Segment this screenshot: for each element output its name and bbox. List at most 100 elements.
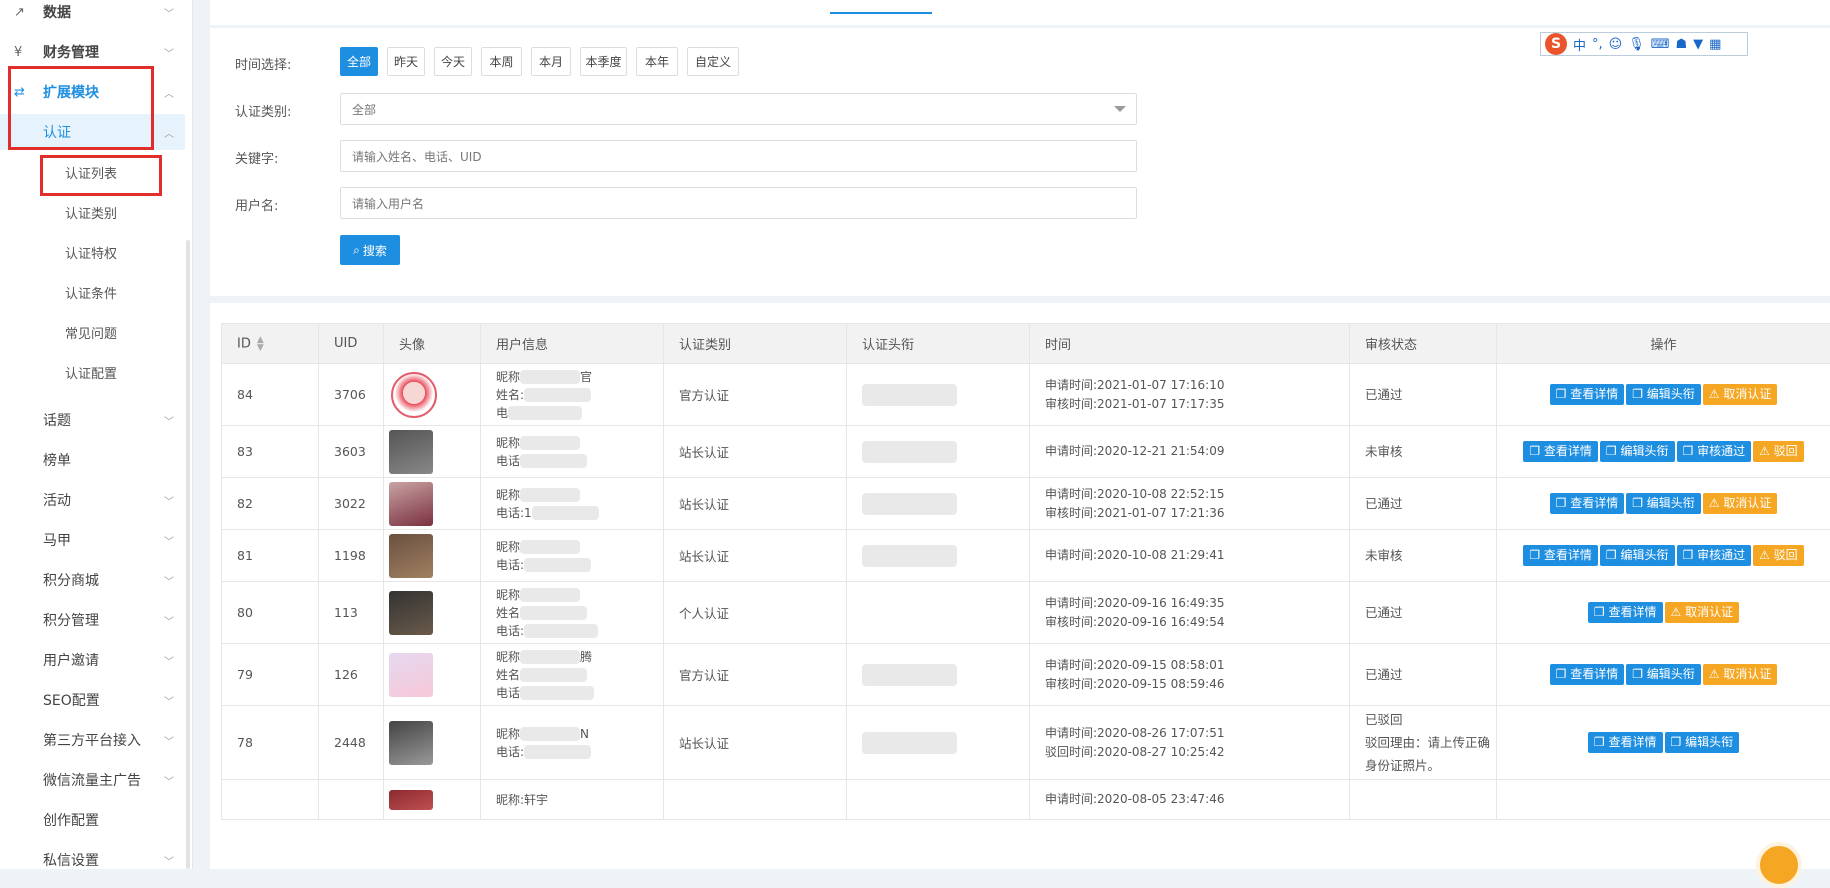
- sidebar-item-1[interactable]: ¥财务管理﹀: [0, 34, 185, 70]
- time-filter-button-2[interactable]: 今天: [434, 47, 472, 76]
- sidebar-item-10[interactable]: 话题﹀: [0, 402, 185, 438]
- sidebar-item-20[interactable]: 创作配置: [0, 802, 185, 838]
- op-button-0[interactable]: ❐ 查看详情: [1523, 545, 1598, 566]
- status-line: 已通过: [1365, 666, 1496, 684]
- op-button-0[interactable]: ❐ 查看详情: [1523, 441, 1598, 462]
- avatar[interactable]: [389, 653, 433, 697]
- username-input[interactable]: 请输入用户名: [340, 187, 1137, 219]
- op-button-1[interactable]: ❐ 编辑头衔: [1626, 664, 1701, 685]
- sidebar-item-19[interactable]: 微信流量主广告﹀: [0, 762, 185, 798]
- ime-toolbar[interactable]: S 中 °, ☺ 🎙 ⌨ ☗ ▼ ▦: [1540, 32, 1748, 56]
- time-filter-button-1[interactable]: 昨天: [387, 47, 425, 76]
- op-button-1[interactable]: ❐ 编辑头衔: [1626, 493, 1701, 514]
- op-button-2[interactable]: ⚠ 取消认证: [1703, 384, 1778, 405]
- sidebar-item-16[interactable]: 用户邀请﹀: [0, 642, 185, 678]
- avatar[interactable]: [389, 591, 433, 635]
- sidebar-item-14[interactable]: 积分商城﹀: [0, 562, 185, 598]
- emoji-icon[interactable]: ☺: [1609, 37, 1623, 52]
- cell-avatar: [384, 582, 481, 644]
- op-button-3[interactable]: ⚠ 驳回: [1753, 441, 1804, 462]
- op-button-1[interactable]: ❐ 编辑头衔: [1665, 732, 1740, 753]
- sidebar-item-13[interactable]: 马甲﹀: [0, 522, 185, 558]
- avatar[interactable]: [389, 790, 433, 810]
- type-select[interactable]: 全部: [340, 93, 1137, 125]
- avatar[interactable]: [389, 482, 433, 526]
- highlight-box-cert-list: [40, 155, 162, 196]
- cell-time: 申请时间:2020-09-16 16:49:35审核时间:2020-09-16 …: [1030, 582, 1350, 644]
- op-button-1[interactable]: ❐ 编辑头衔: [1600, 441, 1675, 462]
- avatar[interactable]: [389, 534, 433, 578]
- user-info-line: 电话: [496, 454, 520, 468]
- column-header-label: 头像: [399, 338, 425, 353]
- sidebar-item-6[interactable]: 认证特权: [0, 234, 185, 270]
- chevron-up-icon: ︿: [164, 125, 174, 140]
- sidebar-item-17[interactable]: SEO配置﹀: [0, 682, 185, 718]
- op-button-label: 查看详情: [1570, 496, 1618, 510]
- sidebar-item-9[interactable]: 认证配置: [0, 354, 185, 390]
- op-button-0[interactable]: ❐ 查看详情: [1588, 732, 1663, 753]
- grid-icon[interactable]: ▦: [1709, 37, 1721, 52]
- cell-status: 已通过: [1350, 644, 1497, 706]
- avatar[interactable]: [389, 430, 433, 474]
- op-button-0[interactable]: ❐ 查看详情: [1550, 493, 1625, 514]
- sidebar-item-7[interactable]: 认证条件: [0, 274, 185, 310]
- time-filter-button-4[interactable]: 本月: [531, 47, 571, 76]
- sidebar-item-label: 私信设置: [43, 850, 99, 870]
- sidebar-item-12[interactable]: 活动﹀: [0, 482, 185, 518]
- cell-uid: 113: [319, 582, 384, 644]
- sort-icon[interactable]: ▲▼: [257, 336, 264, 352]
- sidebar-item-0[interactable]: ↗数据﹀: [0, 0, 185, 30]
- redacted-mask: [862, 384, 957, 406]
- column-header-0[interactable]: ID▲▼: [222, 324, 319, 364]
- op-button-0[interactable]: ❐ 查看详情: [1550, 664, 1625, 685]
- chevron-down-icon: ﹀: [164, 853, 174, 868]
- sidebar-item-8[interactable]: 常见问题: [0, 314, 185, 350]
- op-button-0[interactable]: ❐ 查看详情: [1588, 602, 1663, 623]
- avatar[interactable]: [391, 372, 437, 418]
- time-filter-button-3[interactable]: 本周: [481, 47, 522, 76]
- column-header-label: 操作: [1650, 338, 1676, 353]
- keyboard-icon[interactable]: ⌨: [1651, 37, 1670, 52]
- op-button-1[interactable]: ❐ 编辑头衔: [1626, 384, 1701, 405]
- active-tab-indicator: [830, 12, 932, 14]
- cell-user-info: 昵称电话:1: [481, 478, 664, 530]
- redacted-mask: [508, 406, 582, 420]
- sidebar-item-5[interactable]: 认证类别: [0, 194, 185, 230]
- sidebar-scrollbar[interactable]: [186, 240, 190, 869]
- time-filter-button-6[interactable]: 本年: [636, 47, 678, 76]
- avatar[interactable]: [389, 721, 433, 765]
- time-filter-button-0[interactable]: 全部: [340, 47, 378, 76]
- user-info-line: 姓名: [496, 668, 520, 682]
- sidebar-item-15[interactable]: 积分管理﹀: [0, 602, 185, 638]
- sidebar-item-11[interactable]: 榜单: [0, 442, 185, 478]
- op-button-2[interactable]: ❐ 审核通过: [1677, 441, 1752, 462]
- ime-lang[interactable]: 中: [1573, 35, 1586, 54]
- mic-icon[interactable]: 🎙: [1628, 37, 1645, 52]
- keyword-input[interactable]: 请输入姓名、电话、UID: [340, 140, 1137, 172]
- sidebar-item-21[interactable]: 私信设置 ﹀: [0, 842, 185, 878]
- cell-time: 申请时间:2020-09-15 08:58:01审核时间:2020-09-15 …: [1030, 644, 1350, 706]
- sidebar-item-label: 创作配置: [43, 810, 99, 830]
- op-button-0[interactable]: ❐ 查看详情: [1550, 384, 1625, 405]
- op-button-2[interactable]: ⚠ 取消认证: [1703, 493, 1778, 514]
- column-header-label: 认证头衔: [862, 338, 914, 353]
- time-line: 申请时间:2020-09-15 08:58:01: [1045, 656, 1349, 675]
- document-icon: ❐: [1671, 735, 1686, 749]
- sidebar-item-18[interactable]: 第三方平台接入﹀: [0, 722, 185, 758]
- ime-punct[interactable]: °,: [1592, 37, 1603, 52]
- cell-cert-title: [847, 364, 1030, 426]
- search-button[interactable]: ⌕ 搜索: [340, 235, 400, 265]
- op-button-1[interactable]: ❐ 编辑头衔: [1600, 545, 1675, 566]
- op-button-2[interactable]: ❐ 审核通过: [1677, 545, 1752, 566]
- user-icon[interactable]: ☗: [1676, 37, 1688, 52]
- op-button-2[interactable]: ⚠ 取消认证: [1703, 664, 1778, 685]
- cell-operations: ❐ 查看详情⚠ 取消认证: [1497, 582, 1830, 644]
- op-button-3[interactable]: ⚠ 驳回: [1753, 545, 1804, 566]
- cell-uid: 126: [319, 644, 384, 706]
- op-button-label: 编辑头衔: [1647, 496, 1695, 510]
- float-help-button[interactable]: [1756, 842, 1802, 888]
- time-filter-button-7[interactable]: 自定义: [687, 47, 739, 76]
- skin-icon[interactable]: ▼: [1693, 37, 1703, 52]
- op-button-1[interactable]: ⚠ 取消认证: [1665, 602, 1740, 623]
- time-filter-button-5[interactable]: 本季度: [580, 47, 627, 76]
